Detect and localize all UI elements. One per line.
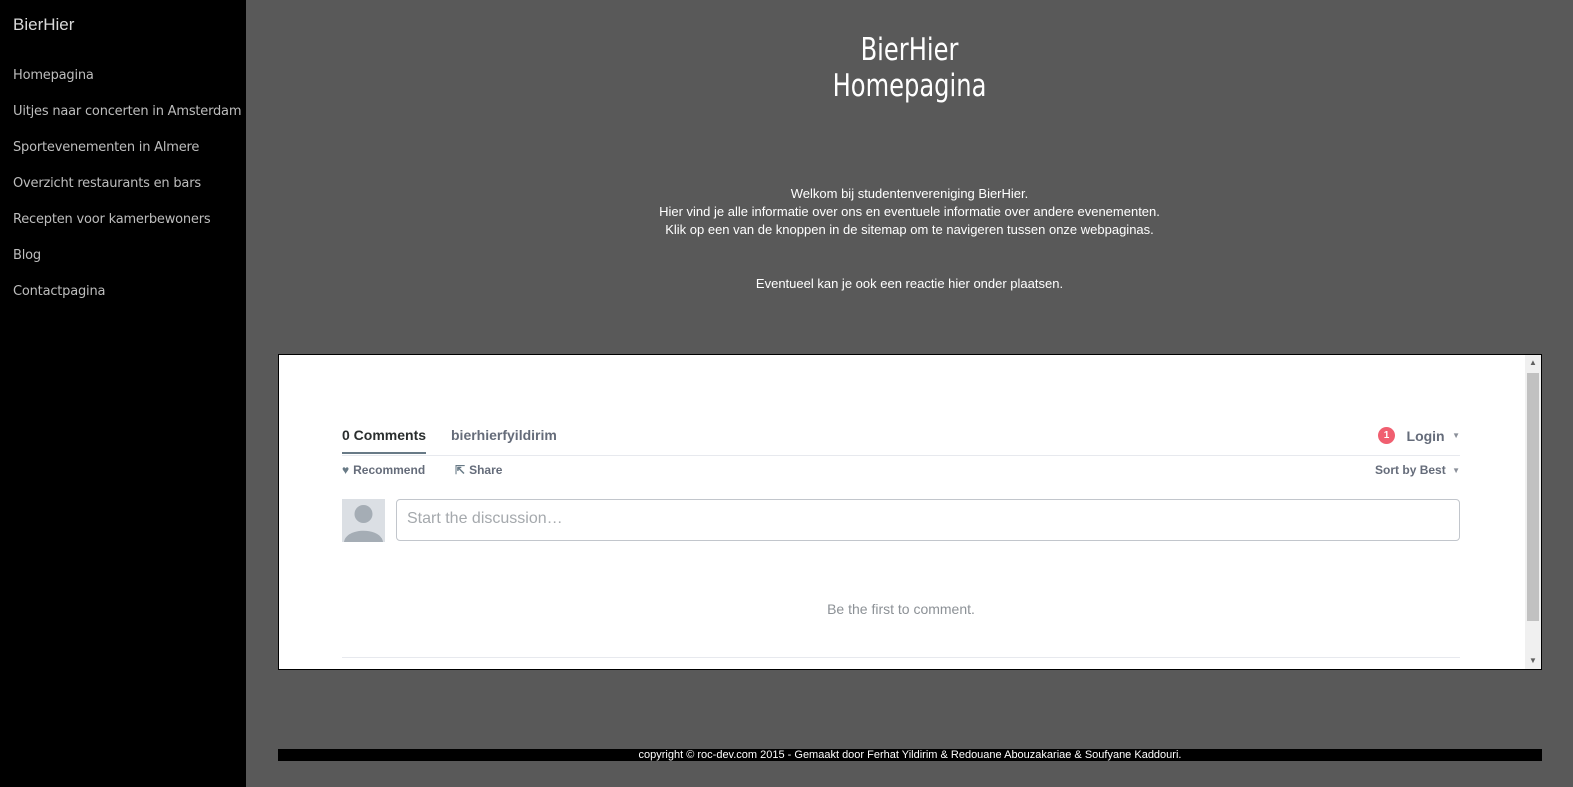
comment-input[interactable] (397, 500, 1457, 538)
chevron-down-icon: ▼ (1452, 466, 1460, 476)
login-label: Login (1406, 427, 1445, 444)
sidebar-nav: Homepagina Uitjes naar concerten in Amst… (13, 66, 241, 318)
intro-line1: Welkom bij studentenvereniging BierHier. (790, 186, 1029, 201)
comment-input-box[interactable] (396, 499, 1460, 541)
empty-comments-text: Be the first to comment. (827, 601, 975, 617)
sort-label: Sort by Best (1375, 463, 1446, 477)
sidebar-item-sport: Sportevenementen in Almere (13, 138, 241, 174)
sidebar: BierHier Homepagina Uitjes naar concerte… (0, 0, 246, 787)
comments-frame: 0 Comments bierhierfyildirim 1 Login ▼ ♥… (278, 354, 1542, 670)
share-button[interactable]: ⇱ Share (455, 463, 502, 477)
page-title: BierHier Homepagina (392, 32, 1427, 104)
page-title-line2: Homepagina (832, 68, 987, 104)
scrollbar[interactable]: ▲ ▼ (1525, 355, 1541, 669)
comment-actions: ♥ Recommend ⇱ Share Sort by Best ▼ (342, 463, 1460, 483)
login-button[interactable]: 1 Login ▼ (1378, 427, 1460, 447)
sidebar-link-contact[interactable]: Contactpagina (13, 284, 105, 299)
recommend-button[interactable]: ♥ Recommend (342, 463, 425, 477)
sidebar-link-blog[interactable]: Blog (13, 248, 41, 263)
sidebar-link-recepten[interactable]: Recepten voor kamerbewoners (13, 212, 211, 227)
sidebar-item-homepagina: Homepagina (13, 66, 241, 102)
sidebar-link-concerten[interactable]: Uitjes naar concerten in Amsterdam (13, 104, 241, 119)
tab-community[interactable]: bierhierfyildirim (451, 427, 557, 443)
heart-icon: ♥ (342, 463, 350, 477)
footer: copyright © roc-dev.com 2015 - Gemaakt d… (278, 749, 1542, 761)
divider (342, 657, 1460, 658)
chevron-down-icon: ▼ (1452, 431, 1460, 441)
sidebar-link-restaurants[interactable]: Overzicht restaurants en bars (13, 176, 201, 191)
sidebar-link-sport[interactable]: Sportevenementen in Almere (13, 140, 199, 155)
sidebar-item-blog: Blog (13, 246, 241, 282)
intro-line2: Hier vind je alle informatie over ons en… (659, 204, 1160, 219)
avatar-placeholder-icon (342, 499, 385, 542)
notification-badge: 1 (1378, 427, 1396, 445)
tab-comments[interactable]: 0 Comments (342, 427, 427, 454)
sidebar-item-restaurants: Overzicht restaurants en bars (13, 174, 241, 210)
intro-reaction-text: Eventueel kan je ook een reactie hier on… (755, 276, 1064, 291)
sort-dropdown[interactable]: Sort by Best ▼ (1375, 463, 1460, 477)
avatar (342, 499, 385, 542)
page-title-line1: BierHier (860, 32, 959, 68)
intro-text: Welkom bij studentenvereniging BierHier.… (246, 185, 1573, 239)
share-label: Share (469, 463, 503, 477)
sidebar-item-concerten: Uitjes naar concerten in Amsterdam (13, 102, 241, 138)
scrollbar-thumb[interactable] (1527, 373, 1539, 621)
scroll-up-icon[interactable]: ▲ (1525, 355, 1541, 371)
sidebar-item-contact: Contactpagina (13, 282, 241, 318)
share-icon: ⇱ (455, 463, 466, 477)
intro-line3: Klik op een van de knoppen in de sitemap… (665, 222, 1154, 237)
recommend-label: Recommend (353, 463, 426, 477)
sidebar-link-homepagina[interactable]: Homepagina (13, 68, 94, 83)
brand-link[interactable]: BierHier (13, 15, 74, 35)
scroll-down-icon[interactable]: ▼ (1525, 653, 1541, 669)
sidebar-item-recepten: Recepten voor kamerbewoners (13, 210, 241, 246)
comments-tabs: 0 Comments bierhierfyildirim 1 Login ▼ (342, 417, 1460, 456)
